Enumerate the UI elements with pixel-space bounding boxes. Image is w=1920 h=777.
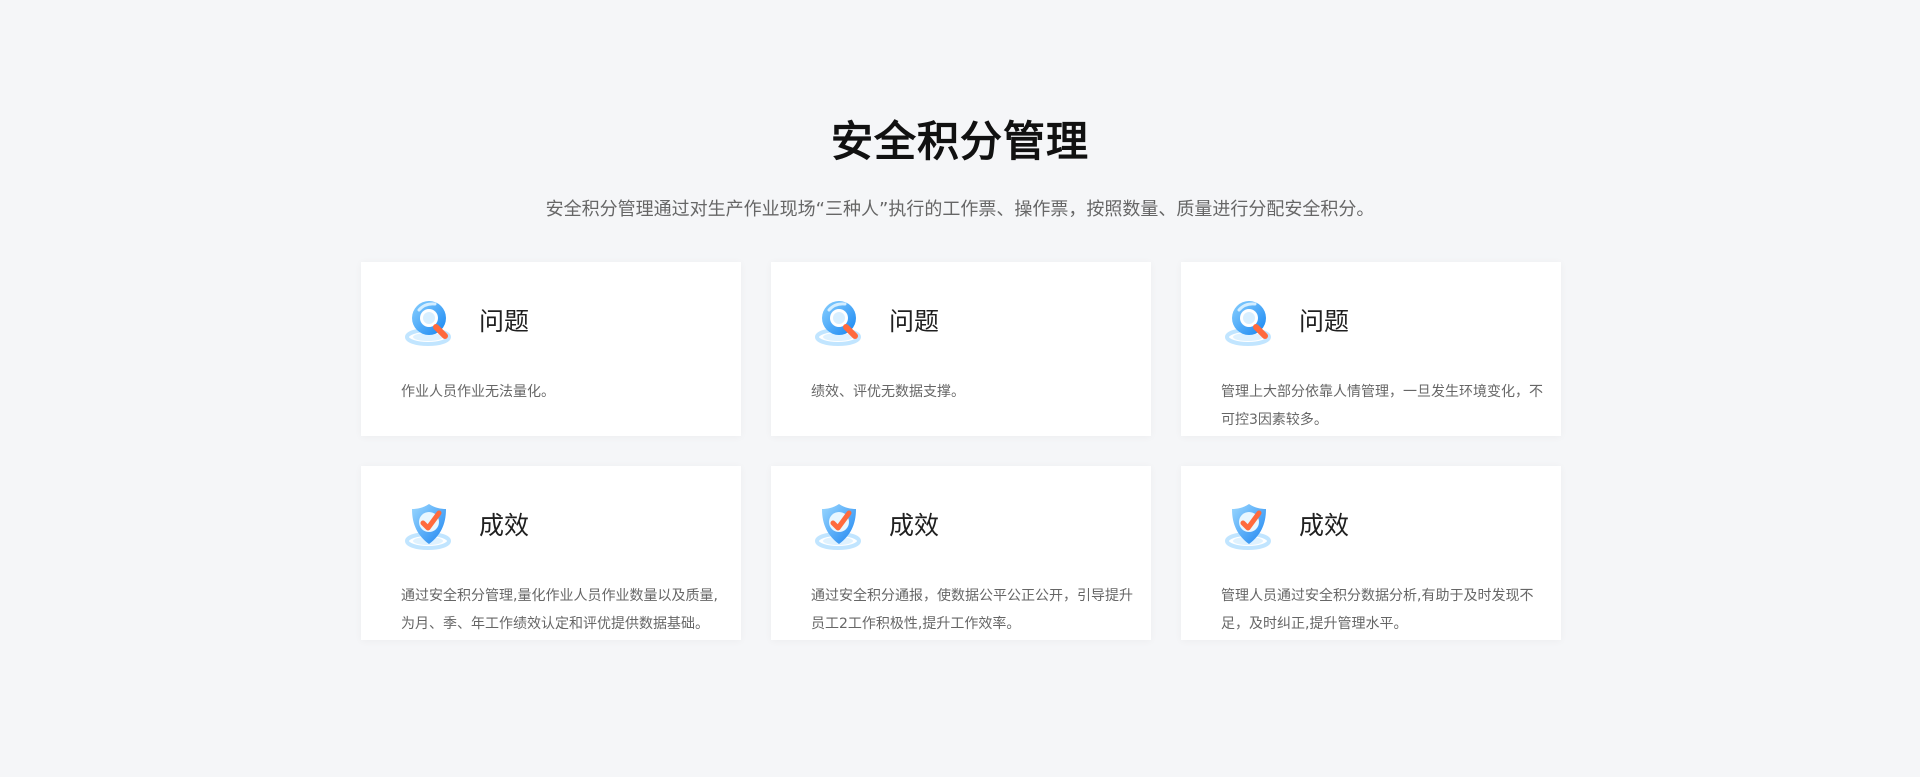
result-card-3: 成效 管理人员通过安全积分数据分析,有助于及时发现不足，及时纠正,提升管理水平。	[1181, 466, 1561, 640]
card-header: 成效	[1221, 498, 1349, 554]
search-icon	[815, 301, 861, 346]
safety-points-management-section: 安全积分管理 安全积分管理通过对生产作业现场“三种人”执行的工作票、操作票，按照…	[0, 0, 1920, 777]
card-description: 管理上大部分依靠人情管理，一旦发生环境变化，不可控3因素较多。	[1221, 384, 1543, 428]
card-description: 通过安全积分通报，使数据公平公正公开，引导提升员工2工作积极性,提升工作效率。	[811, 588, 1133, 632]
search-icon	[1225, 301, 1271, 346]
card-title: 问题	[889, 307, 940, 336]
page-title: 安全积分管理	[830, 117, 1089, 167]
card-header: 成效	[401, 498, 529, 554]
card-description: 通过安全积分管理,量化作业人员作业数量以及质量,为月、季、年工作绩效认定和评优提…	[401, 588, 718, 632]
result-card-2: 成效 通过安全积分通报，使数据公平公正公开，引导提升员工2工作积极性,提升工作效…	[771, 466, 1151, 640]
card-title: 问题	[1299, 307, 1350, 336]
problem-card-3: 问题 管理上大部分依靠人情管理，一旦发生环境变化，不可控3因素较多。	[1181, 262, 1561, 436]
card-header: 问题	[401, 294, 529, 350]
page-subtitle: 安全积分管理通过对生产作业现场“三种人”执行的工作票、操作票，按照数量、质量进行…	[545, 199, 1375, 220]
card-title: 成效	[1299, 511, 1350, 540]
check-shield-icon	[405, 504, 451, 550]
card-header: 问题	[1221, 294, 1349, 350]
card-title: 成效	[479, 511, 530, 540]
problem-card-1: 问题 作业人员作业无法量化。	[361, 262, 741, 436]
problem-card-2: 问题 绩效、评优无数据支撑。	[771, 262, 1151, 436]
result-card-1: 成效 通过安全积分管理,量化作业人员作业数量以及质量,为月、季、年工作绩效认定和…	[361, 466, 741, 640]
card-title: 问题	[479, 307, 530, 336]
check-shield-icon	[1225, 504, 1271, 550]
card-header: 成效	[811, 498, 939, 554]
card-header: 问题	[811, 294, 939, 350]
card-title: 成效	[889, 511, 940, 540]
card-description: 管理人员通过安全积分数据分析,有助于及时发现不足，及时纠正,提升管理水平。	[1221, 588, 1534, 632]
check-shield-icon	[815, 504, 861, 550]
search-icon	[405, 301, 451, 346]
card-description: 绩效、评优无数据支撑。	[811, 384, 965, 400]
card-description: 作业人员作业无法量化。	[401, 384, 555, 400]
